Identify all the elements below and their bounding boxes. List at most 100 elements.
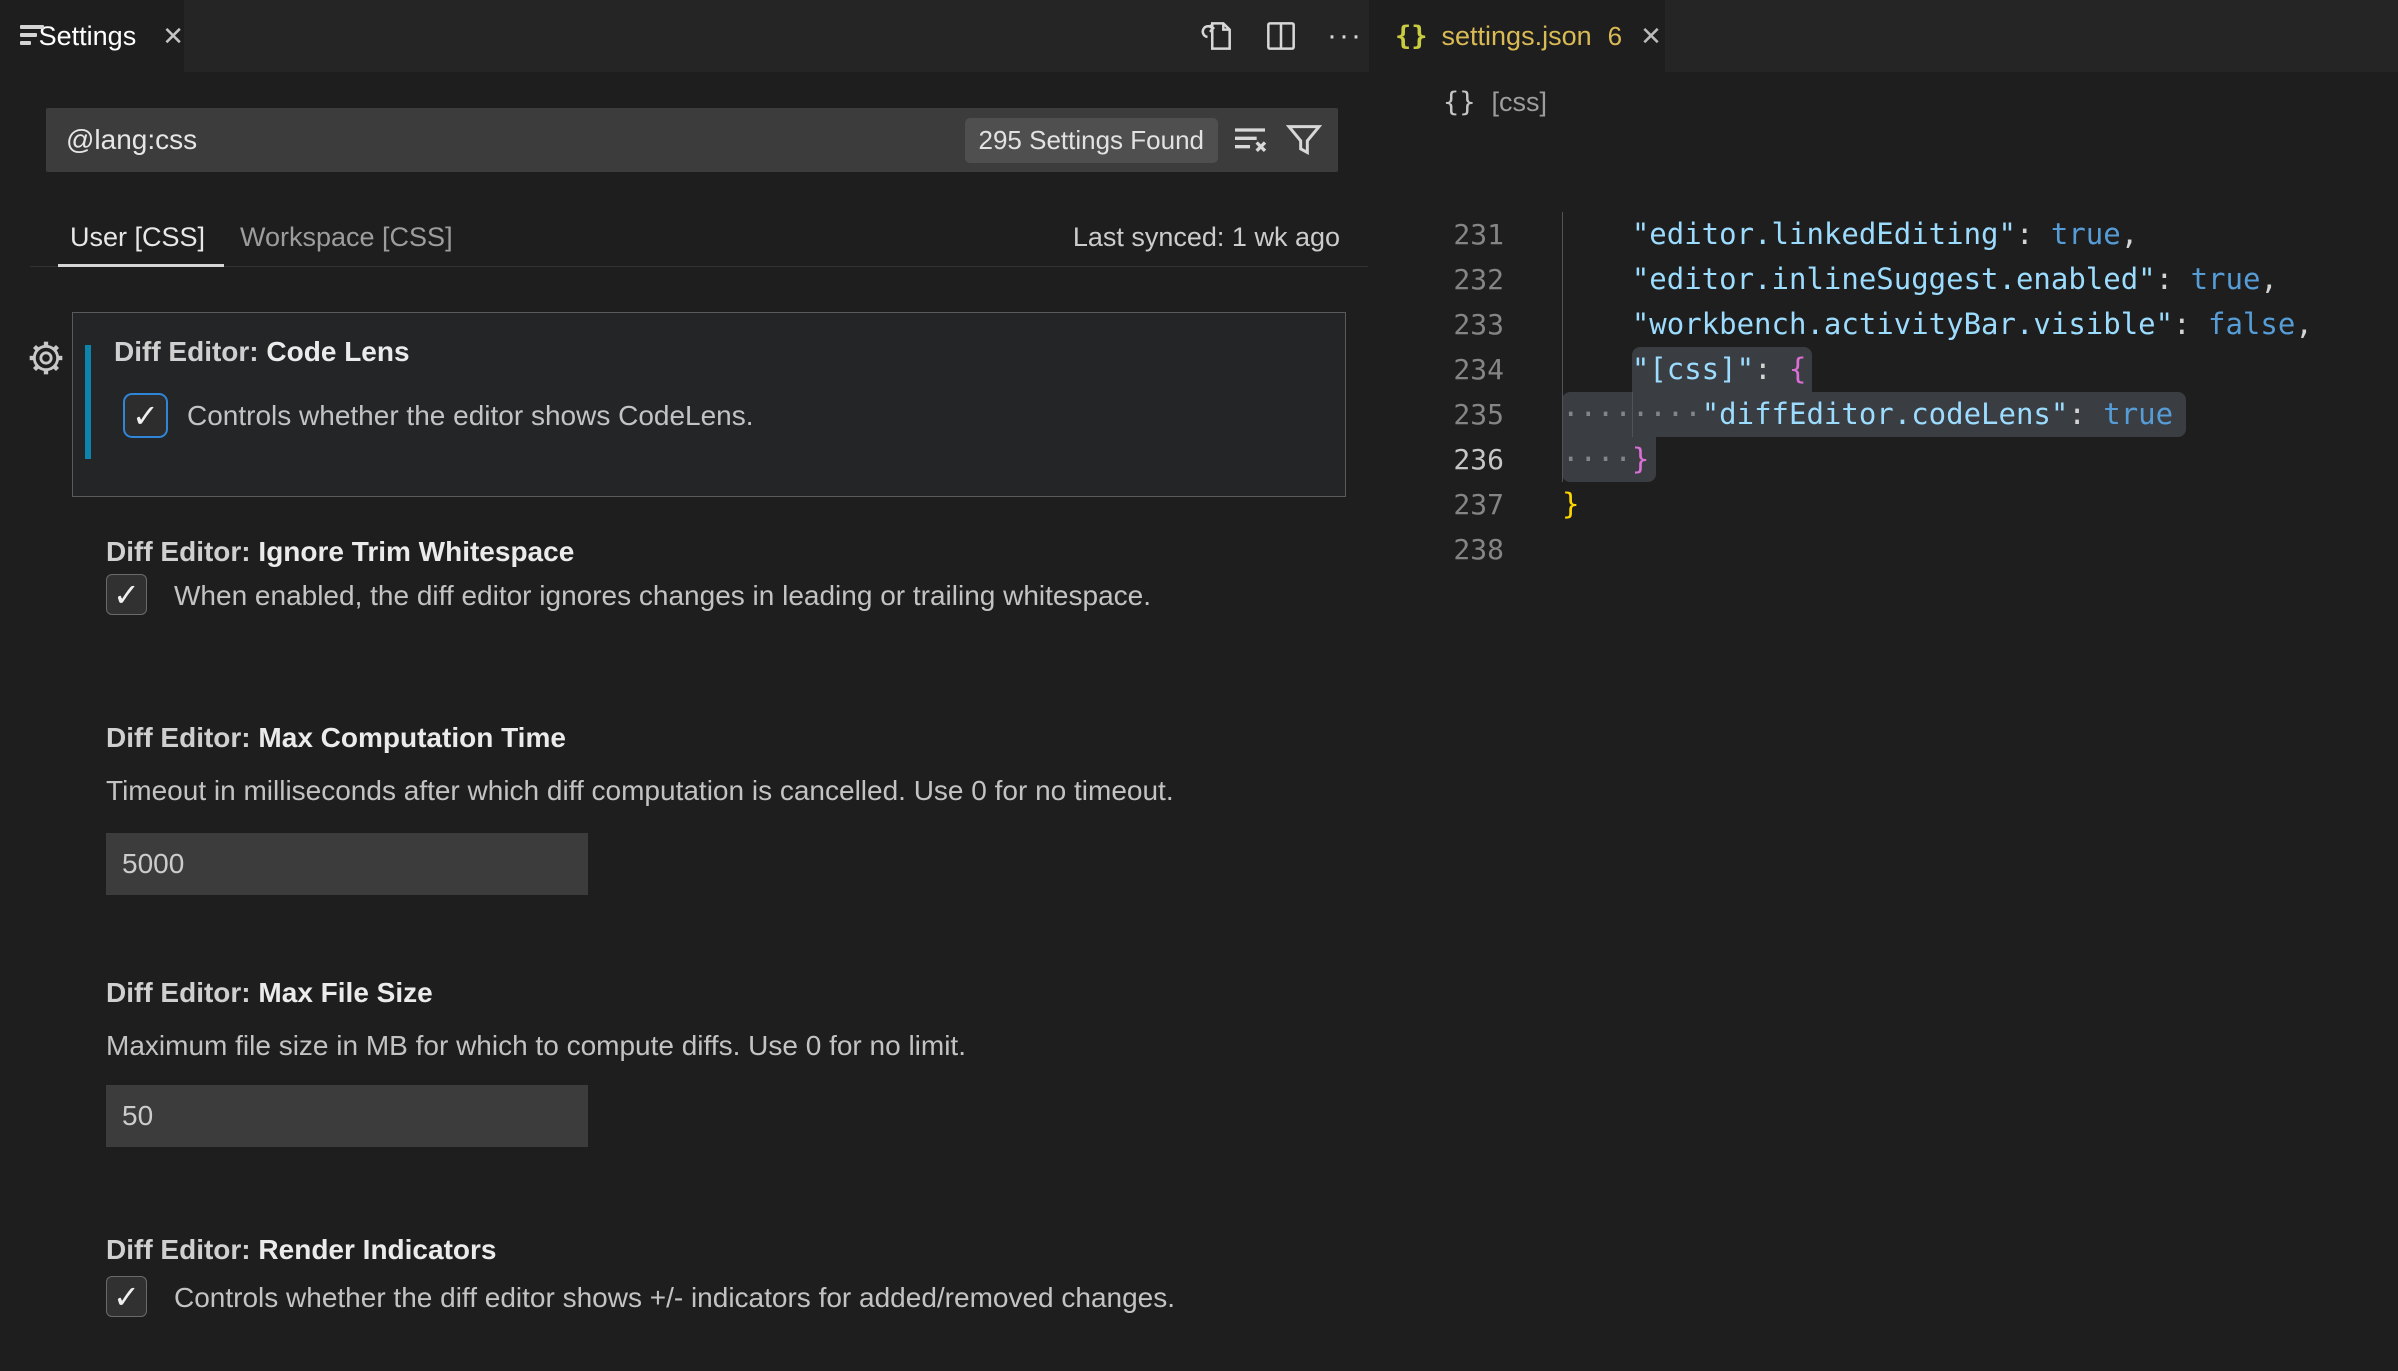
setting-category: Diff Editor: xyxy=(114,336,266,367)
code-line: 233 "workbench.activityBar.visible": fal… xyxy=(1368,302,2398,347)
code-line: 237} xyxy=(1368,482,2398,527)
max-file-size-input[interactable] xyxy=(106,1085,588,1147)
setting-description: Controls whether the editor shows CodeLe… xyxy=(187,400,754,432)
checkbox-codelens[interactable]: ✓ xyxy=(123,393,168,438)
settings-editor-icon xyxy=(20,24,25,48)
code-line: 236 ····} xyxy=(1368,437,2398,482)
code-token xyxy=(1562,217,1632,251)
vscode-window: Settings ✕ ··· {} settings.json 6 ✕ xyxy=(0,0,2398,1371)
line-number: 237 xyxy=(1368,482,1504,527)
checkbox-render-indicators[interactable]: ✓ xyxy=(106,1276,147,1317)
code-token: ···· xyxy=(1562,442,1632,476)
code-token: false xyxy=(2208,307,2295,341)
code-token: true xyxy=(2051,217,2121,251)
code-line: , xyxy=(1368,204,2398,212)
json-file-icon: {} xyxy=(1395,21,1428,52)
code-token: "workbench.activityBar.visible" xyxy=(1632,307,2173,341)
open-settings-json-icon[interactable] xyxy=(1197,16,1237,56)
code-token: , xyxy=(2121,217,2138,251)
tab-settings[interactable]: Settings ✕ xyxy=(0,0,184,72)
breadcrumb-symbol-icon[interactable]: {} xyxy=(1443,87,1476,118)
line-number: 233 xyxy=(1368,302,1504,347)
line-number: 235 xyxy=(1368,392,1504,437)
code-token: , xyxy=(2260,262,2277,296)
code-token: : xyxy=(1754,352,1789,386)
setting-description: Timeout in milliseconds after which diff… xyxy=(106,775,1174,807)
max-computation-time-input[interactable] xyxy=(106,833,588,895)
setting-description: Maximum file size in MB for which to com… xyxy=(106,1030,966,1062)
editor-actions: ··· xyxy=(1180,0,1365,72)
code-line: 232 "editor.inlineSuggest.enabled": true… xyxy=(1368,257,2398,302)
code-token: "editor.linkedEditing" xyxy=(1632,217,2016,251)
line-number: 238 xyxy=(1368,527,1504,572)
setting-category: Diff Editor: xyxy=(106,722,258,753)
more-actions-icon[interactable]: ··· xyxy=(1325,16,1365,56)
code-token: : xyxy=(2156,262,2191,296)
setting-category: Diff Editor: xyxy=(106,977,258,1008)
code-token: , xyxy=(2191,204,2208,206)
code-token xyxy=(1562,352,1632,386)
results-count-badge: 295 Settings Found xyxy=(965,118,1219,163)
code-token xyxy=(1562,307,1632,341)
code-token: , xyxy=(2295,307,2312,341)
settings-scope-row: User [CSS] Workspace [CSS] Last synced: … xyxy=(0,190,1400,272)
setting-description: When enabled, the diff editor ignores ch… xyxy=(174,580,1151,612)
line-number: 231 xyxy=(1368,212,1504,257)
json-editor-panel: {} [css] ,231 "editor.linkedEditing": tr… xyxy=(1368,72,2398,1371)
settings-search-bar: 295 Settings Found xyxy=(46,108,1338,172)
tab-settings-label: Settings xyxy=(39,21,137,52)
clear-filters-icon[interactable] xyxy=(1228,118,1272,162)
active-scope-underline xyxy=(58,264,224,267)
setting-title: Diff Editor: Ignore Trim Whitespace xyxy=(106,536,574,568)
code-token: } xyxy=(1632,442,1649,476)
setting-title: Diff Editor: Code Lens xyxy=(114,336,410,368)
code-editor[interactable]: ,231 "editor.linkedEditing": true,232 "e… xyxy=(1368,204,2398,1371)
line-number: 236 xyxy=(1368,437,1504,482)
code-line: 235 ········"diffEditor.codeLens": true xyxy=(1368,392,2398,437)
settings-search-input[interactable] xyxy=(64,123,965,157)
setting-title: Diff Editor: Render Indicators xyxy=(106,1234,496,1266)
code-token: } xyxy=(1562,487,1579,521)
problems-badge: 6 xyxy=(1608,21,1622,52)
setting-label: Code Lens xyxy=(266,336,409,367)
last-synced-label: Last synced: 1 wk ago xyxy=(1073,222,1340,253)
code-token: true xyxy=(2191,262,2261,296)
code-token: "diffEditor.codeLens" xyxy=(1702,397,2069,431)
code-token: "[css]" xyxy=(1632,352,1754,386)
breadcrumb-css-item[interactable]: [css] xyxy=(1492,87,1548,118)
setting-description: Controls whether the diff editor shows +… xyxy=(174,1282,1175,1314)
setting-category: Diff Editor: xyxy=(106,1234,258,1265)
code-token: { xyxy=(1789,352,1806,386)
breadcrumb: {} [css] xyxy=(1368,72,2398,132)
line-number: 232 xyxy=(1368,257,1504,302)
code-token: : xyxy=(2068,397,2103,431)
setting-label: Render Indicators xyxy=(258,1234,496,1265)
tab-user-css[interactable]: User [CSS] xyxy=(70,222,205,253)
line-number: 234 xyxy=(1368,347,1504,392)
setting-label: Ignore Trim Whitespace xyxy=(258,536,574,567)
code-token: ········ xyxy=(1562,397,1702,431)
settings-editor-panel: 295 Settings Found User [CSS] Workspace … xyxy=(0,72,1400,1371)
checkbox-ignore-trim-whitespace[interactable]: ✓ xyxy=(106,574,147,615)
tab-workspace-css[interactable]: Workspace [CSS] xyxy=(240,222,453,253)
code-token xyxy=(1562,204,2191,206)
close-icon[interactable]: ✕ xyxy=(162,21,184,52)
tab-json-label: settings.json xyxy=(1442,21,1592,52)
setting-label: Max File Size xyxy=(258,977,432,1008)
check-icon: ✓ xyxy=(113,1281,140,1313)
modified-indicator xyxy=(85,345,91,459)
code-line: 231 "editor.linkedEditing": true, xyxy=(1368,212,2398,257)
close-icon[interactable]: ✕ xyxy=(1640,21,1662,52)
code-token xyxy=(1562,262,1632,296)
split-editor-icon[interactable] xyxy=(1261,16,1301,56)
code-token: "editor.inlineSuggest.enabled" xyxy=(1632,262,2156,296)
filter-icon[interactable] xyxy=(1282,118,1326,162)
code-token: true xyxy=(2103,397,2173,431)
tab-settings-json[interactable]: {} settings.json 6 ✕ xyxy=(1369,0,1665,72)
setting-title: Diff Editor: Max Computation Time xyxy=(106,722,566,754)
gear-icon[interactable] xyxy=(26,338,66,378)
check-icon: ✓ xyxy=(132,400,159,432)
scope-divider xyxy=(30,266,1375,267)
code-line: 234 "[css]": { xyxy=(1368,347,2398,392)
setting-category: Diff Editor: xyxy=(106,536,258,567)
